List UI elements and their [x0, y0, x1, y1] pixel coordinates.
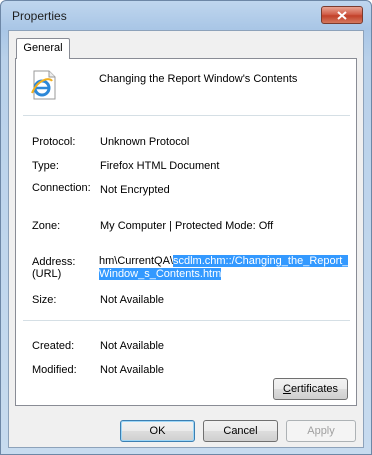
connection-value: Not Encrypted: [100, 184, 170, 196]
created-label: Created:: [32, 340, 75, 352]
connection-label: Connection:: [32, 182, 91, 194]
certificates-button[interactable]: Certificates: [273, 378, 348, 400]
ok-button[interactable]: OK: [120, 420, 195, 442]
modified-label: Modified:: [32, 364, 77, 376]
apply-button[interactable]: Apply: [286, 420, 356, 442]
protocol-label: Protocol:: [32, 136, 76, 148]
certificates-accesskey: C: [282, 383, 291, 395]
title-bar[interactable]: Properties: [1, 1, 371, 31]
certificates-label: ertificates: [290, 383, 339, 395]
url-label: (URL): [32, 268, 62, 280]
modified-value: Not Available: [100, 364, 165, 376]
type-value: Firefox HTML Document: [100, 160, 220, 172]
dialog-body: General Changing the Report Window's Con…: [8, 30, 364, 448]
window-title: Properties: [12, 9, 67, 23]
close-button[interactable]: [321, 6, 363, 24]
zone-value: My Computer | Protected Mode: Off: [100, 220, 274, 232]
divider: [23, 115, 350, 116]
address-label: Address:: [32, 256, 76, 268]
address-value-prefix: hm\CurrentQA\: [99, 255, 173, 267]
protocol-value: Unknown Protocol: [100, 136, 190, 148]
divider: [23, 320, 350, 321]
zone-label: Zone:: [32, 220, 61, 232]
address-value-selected-1: scdlm.chm::/Changing_the_Report_: [172, 255, 349, 267]
general-panel: Changing the Report Window's Contents Pr…: [15, 58, 357, 406]
address-value[interactable]: hm\CurrentQA\scdlm.chm::/Changing_the_Re…: [99, 255, 369, 281]
created-value: Not Available: [100, 340, 165, 352]
size-value: Not Available: [100, 294, 165, 306]
internet-explorer-document-icon: [31, 70, 56, 100]
type-label: Type:: [32, 160, 59, 172]
address-value-selected-2: Window_s_Contents.htm: [99, 268, 222, 280]
properties-dialog: Properties General Changing the Report W…: [0, 0, 372, 455]
tab-general[interactable]: General: [16, 38, 70, 59]
cancel-button[interactable]: Cancel: [203, 420, 278, 442]
close-icon: [337, 10, 347, 20]
size-label: Size:: [32, 294, 57, 306]
file-name: Changing the Report Window's Contents: [99, 73, 298, 85]
